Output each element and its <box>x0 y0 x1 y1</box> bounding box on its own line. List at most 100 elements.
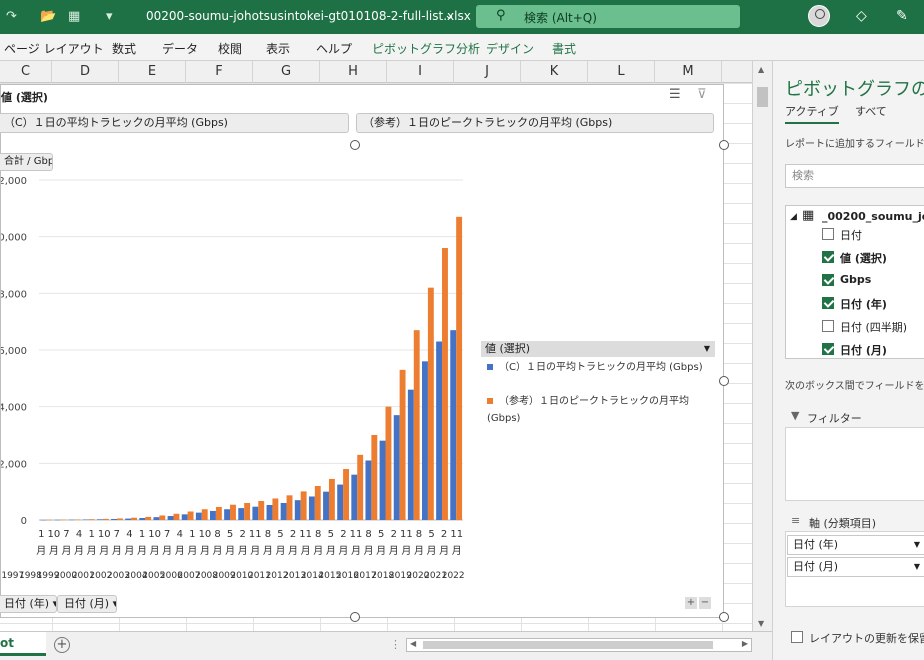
tab-formulas[interactable]: 数式 <box>112 40 136 57</box>
tab-view[interactable]: 表示 <box>266 40 290 57</box>
vertical-scrollbar[interactable]: ▲ ▼ <box>752 61 772 631</box>
bar <box>280 503 287 520</box>
column-header[interactable]: G <box>253 61 320 83</box>
axis-field-month[interactable]: 日付 (月) ▼ <box>787 557 924 577</box>
redo-icon[interactable]: ↷ <box>6 9 17 24</box>
defer-update-checkbox[interactable] <box>791 631 803 643</box>
field-checkbox[interactable] <box>822 251 834 263</box>
x-month-unit: 月 <box>112 545 122 557</box>
x-month-label: 1 <box>189 529 195 540</box>
expand-field-button[interactable]: + <box>685 597 697 609</box>
field-label[interactable]: 日付 (年) <box>840 296 887 312</box>
field-search-input[interactable]: 検索 <box>785 164 924 188</box>
column-header[interactable]: C <box>0 61 52 83</box>
defer-update-label[interactable]: レイアウトの更新を保留する <box>809 630 924 646</box>
report-filter-label[interactable]: 値 (選択) <box>1 89 48 105</box>
column-header[interactable]: L <box>588 61 655 83</box>
bar <box>427 287 434 520</box>
avatar[interactable] <box>808 5 830 27</box>
filter-clear-icon[interactable]: ⊽ <box>697 87 707 102</box>
legend-label-cont: (Gbps) <box>487 413 521 424</box>
x-month-label: 8 <box>315 529 321 540</box>
x-month-label: 1 <box>139 529 145 540</box>
title-bar: ↷ 📂 ▦ ▾ 00200-soumu-johotsusintokei-gt01… <box>0 0 924 34</box>
x-month-label: 11 <box>350 529 363 540</box>
column-header[interactable]: D <box>52 61 119 83</box>
field-checkbox[interactable] <box>822 320 834 332</box>
print-preview-icon[interactable]: ▦ <box>68 9 80 24</box>
tab-page-layout[interactable]: ページ レイアウト <box>4 40 104 57</box>
collapse-field-button[interactable]: − <box>699 597 711 609</box>
column-header[interactable]: F <box>186 61 253 83</box>
x-month-unit: 月 <box>99 545 109 557</box>
field-label[interactable]: 日付 <box>840 227 862 243</box>
column-header[interactable]: H <box>320 61 387 83</box>
tab-help[interactable]: ヘルプ <box>316 40 352 57</box>
column-header[interactable]: E <box>119 61 186 83</box>
axis-field-label: 日付 (月) <box>793 560 839 573</box>
tab-review[interactable]: 校閲 <box>218 40 242 57</box>
x-month-label: 2 <box>441 529 447 540</box>
tab-design[interactable]: デザイン <box>486 40 534 57</box>
resize-handle[interactable] <box>719 376 729 386</box>
bar <box>145 516 152 520</box>
scroll-thumb[interactable] <box>757 87 768 107</box>
series-field-button-peak[interactable]: （参考）１日のピークトラヒックの月平均 (Gbps) <box>356 113 714 133</box>
pivot-chart[interactable]: 値 (選択) ☰ ⊽ （C）１日の平均トラヒックの月平均 (Gbps) （参考）… <box>0 84 729 622</box>
tab-active-fields[interactable]: アクティブ <box>785 103 839 124</box>
scroll-thumb[interactable] <box>423 641 713 649</box>
column-header[interactable]: K <box>521 61 588 83</box>
x-month-unit: 月 <box>61 545 71 557</box>
field-label[interactable]: Gbps <box>840 273 871 286</box>
axis-field-button-month[interactable]: 日付 (月) ▾ <box>57 595 117 613</box>
x-month-label: 7 <box>63 529 69 540</box>
bar <box>139 518 146 520</box>
resize-handle[interactable] <box>719 612 729 622</box>
filter-area[interactable] <box>785 427 924 501</box>
field-label[interactable]: 日付 (四半期) <box>840 319 907 335</box>
file-name[interactable]: 00200-soumu-johotsusintokei-gt010108-2-f… <box>146 9 471 23</box>
axis-field-button-year[interactable]: 日付 (年) ▾ <box>0 595 57 613</box>
tab-data[interactable]: データ <box>162 40 198 57</box>
column-header[interactable]: J <box>454 61 521 83</box>
tab-pivotchart-analyze[interactable]: ピボットグラフ分析 <box>372 40 480 57</box>
column-header[interactable]: I <box>387 61 454 83</box>
customize-qat-icon[interactable]: ▾ <box>106 9 113 24</box>
split-handle-icon[interactable]: ⋮ <box>390 638 401 651</box>
field-checkbox[interactable] <box>822 274 834 286</box>
x-month-label: 10 <box>98 529 111 540</box>
sort-icon[interactable]: ☰ <box>669 87 681 102</box>
column-header[interactable]: M <box>655 61 722 83</box>
resize-handle[interactable] <box>350 612 360 622</box>
scroll-up-icon[interactable]: ▲ <box>758 65 764 74</box>
collapse-icon[interactable]: ◢ <box>790 212 797 222</box>
series-field-button-average[interactable]: （C）１日の平均トラヒックの月平均 (Gbps) <box>0 113 349 133</box>
scroll-right-icon[interactable]: ▶ <box>742 639 748 648</box>
legend-field-button[interactable]: 値 (選択) ▼ <box>481 341 715 357</box>
field-checkbox[interactable] <box>822 228 834 240</box>
field-checkbox[interactable] <box>822 297 834 309</box>
axis-field-year[interactable]: 日付 (年) ▼ <box>787 535 924 555</box>
bar <box>173 513 180 520</box>
x-month-label: 11 <box>249 529 262 540</box>
bar <box>96 519 103 520</box>
horizontal-scrollbar[interactable]: ◀ ▶ <box>406 638 752 652</box>
resize-handle[interactable] <box>719 140 729 150</box>
search-box[interactable]: ⚲ 検索 (Alt+Q) <box>476 5 740 28</box>
diamond-icon[interactable]: ◇ <box>856 8 867 24</box>
scroll-left-icon[interactable]: ◀ <box>410 639 416 648</box>
chevron-down-icon[interactable]: ⌄ <box>444 8 455 23</box>
pen-icon[interactable]: ✎ <box>896 8 908 24</box>
sheet-tab-active[interactable]: ot <box>0 632 46 656</box>
tab-format[interactable]: 書式 <box>552 40 576 57</box>
field-label[interactable]: 日付 (月) <box>840 342 887 358</box>
value-field-button[interactable]: 合計 / Gbps <box>0 153 53 171</box>
tab-all-fields[interactable]: すべて <box>855 103 887 119</box>
scroll-down-icon[interactable]: ▼ <box>758 619 764 628</box>
field-label[interactable]: 値 (選択) <box>840 250 887 266</box>
add-sheet-icon[interactable]: + <box>54 637 70 653</box>
open-folder-icon[interactable]: 📂 <box>40 9 56 24</box>
resize-handle[interactable] <box>350 140 360 150</box>
x-month-label: 7 <box>164 529 170 540</box>
field-checkbox[interactable] <box>822 343 834 355</box>
